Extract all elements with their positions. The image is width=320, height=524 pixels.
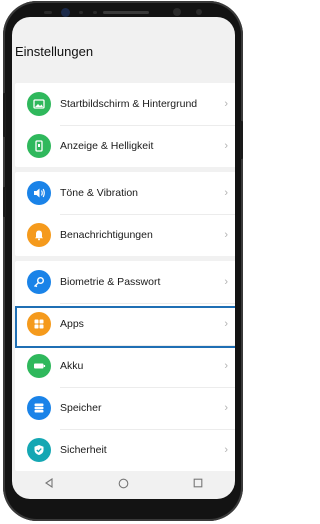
sensor [79,11,83,14]
shield-icon [27,438,51,462]
settings-item-label: Töne & Vibration [60,187,139,199]
settings-item-label: Biometrie & Passwort [60,276,161,288]
settings-item-notifications[interactable]: Benachrichtigungen › [15,214,235,256]
front-camera-icon [61,8,70,17]
back-icon[interactable] [29,471,69,495]
chevron-right-icon: › [224,229,228,241]
proximity-sensor [196,9,202,15]
sensor [93,11,97,14]
storage-icon [27,396,51,420]
volume-button [3,93,6,137]
settings-item-label: Benachrichtigungen [60,229,153,241]
settings-item-battery[interactable]: Akku › [15,345,235,387]
settings-item-biometrics[interactable]: Biometrie & Passwort › [15,261,235,303]
settings-item-label: Apps [60,318,84,330]
chevron-right-icon: › [224,444,228,456]
settings-group-sound: Töne & Vibration › Benachrichtigungen › [15,172,235,256]
display-icon [27,134,51,158]
settings-item-storage[interactable]: Speicher › [15,387,235,429]
power-button [240,121,243,159]
settings-item-label: Speicher [60,402,102,414]
settings-item-wallpaper[interactable]: Startbildschirm & Hintergrund › [15,83,235,125]
chevron-right-icon: › [224,318,228,330]
settings-item-display[interactable]: Anzeige & Helligkeit › [15,125,235,167]
key-icon [27,270,51,294]
image-icon [27,92,51,116]
phone-frame: Einstellungen Startbildschirm & Hintergr… [3,1,243,521]
page-title: Einstellungen [15,44,94,59]
settings-item-label: Startbildschirm & Hintergrund [60,98,198,110]
settings-item-apps[interactable]: Apps › [15,303,235,345]
home-icon[interactable] [103,471,143,495]
chevron-right-icon: › [224,98,228,110]
navigation-bar [12,469,235,497]
settings-item-label: Sicherheit [60,444,107,456]
recents-icon[interactable] [178,471,218,495]
bixby-button [3,187,6,217]
battery-icon [27,354,51,378]
sound-icon [27,181,51,205]
settings-item-label: Anzeige & Helligkeit [60,140,154,152]
iris-sensor [173,8,181,16]
settings-screen: Einstellungen Startbildschirm & Hintergr… [12,17,235,499]
earpiece-speaker [103,11,149,14]
apps-icon [27,312,51,336]
chevron-right-icon: › [224,360,228,372]
chevron-right-icon: › [224,402,228,414]
chevron-right-icon: › [224,187,228,199]
settings-item-sound[interactable]: Töne & Vibration › [15,172,235,214]
settings-group-display: Startbildschirm & Hintergrund › Anzeige … [15,83,235,167]
bell-icon [27,223,51,247]
settings-item-label: Akku [60,360,84,372]
chevron-right-icon: › [224,276,228,288]
settings-group-system: Biometrie & Passwort › Apps › Akku › Spe… [15,261,235,471]
chevron-right-icon: › [224,140,228,152]
sensor [44,11,52,14]
settings-item-security[interactable]: Sicherheit › [15,429,235,471]
